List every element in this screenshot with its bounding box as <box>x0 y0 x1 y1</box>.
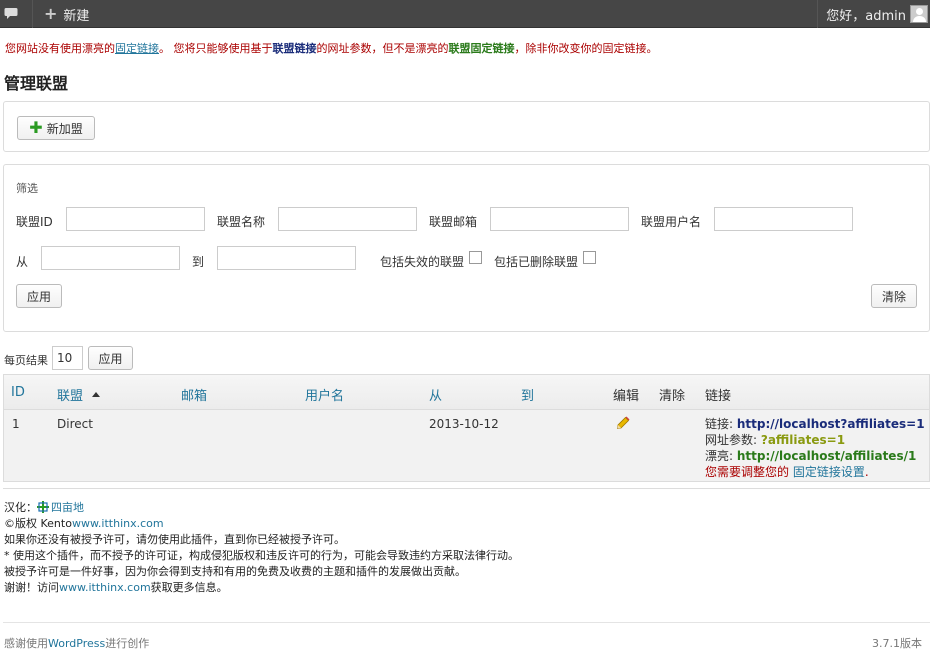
column-to[interactable]: 到 <box>521 385 534 404</box>
cell-links: 链接: http://localhost?affiliates=1 网址参数: … <box>705 416 929 480</box>
itthinx-link[interactable]: www.itthinx.com <box>72 517 164 530</box>
per-page-apply-button[interactable]: 应用 <box>88 346 133 370</box>
link-label: 链接: <box>705 417 737 431</box>
pretty-link: http://localhost/affiliates/1 <box>736 449 917 463</box>
affiliates-table: ID 联盟 邮箱 用户名 从 到 编辑 清除 链接 1 Direct 2013-… <box>3 374 930 482</box>
notice-text-1: 您网站没有使用漂亮的 <box>5 42 115 55</box>
thanks-suffix: 获取更多信息。 <box>150 581 228 594</box>
table-row: 1 Direct 2013-10-12 链接: http://localhost… <box>4 410 929 481</box>
column-username[interactable]: 用户名 <box>305 385 344 404</box>
greeting-text: 您好，admin <box>826 8 906 24</box>
footer-prefix: 感谢使用 <box>4 637 48 650</box>
copyright-text: ©版权 Kento <box>4 517 72 530</box>
filter-from-input[interactable] <box>41 246 180 270</box>
filter-name-input[interactable] <box>278 207 417 231</box>
permalinks-link[interactable]: 固定链接 <box>115 42 159 55</box>
footer-suffix: 进行创作 <box>105 637 150 650</box>
add-affiliate-panel: ✚ 新加盟 <box>3 101 930 152</box>
cell-affiliate: Direct <box>57 417 93 431</box>
new-content-label: 新建 <box>63 8 90 24</box>
wordpress-link[interactable]: WordPress <box>48 637 105 650</box>
edit-pencil-icon[interactable] <box>616 416 630 430</box>
filter-panel: 筛选 联盟ID 联盟名称 联盟邮箱 联盟用户名 从 到 包括失效的联盟 包括已删… <box>3 164 930 332</box>
new-content-menu[interactable]: + 新建 <box>44 4 90 24</box>
cell-from: 2013-10-12 <box>429 417 499 431</box>
add-affiliate-button[interactable]: ✚ 新加盟 <box>17 116 95 140</box>
pretty-label: 漂亮: <box>705 449 737 463</box>
filter-username-input[interactable] <box>714 207 853 231</box>
thanks-line: 谢谢！访问www.itthinx.com获取更多信息。 <box>4 580 519 596</box>
sort-ascending-icon <box>92 392 100 397</box>
notice-text-2: 。 您将只能够使用基于 <box>159 42 273 55</box>
license-line-2: * 使用这个插件，而不授予的许可证，构成侵犯版权和违反许可的行为，可能会导致违约… <box>4 549 519 562</box>
column-affiliate[interactable]: 联盟 <box>57 385 83 404</box>
filter-id-input[interactable] <box>66 207 205 231</box>
divider <box>3 488 930 489</box>
filter-email-input[interactable] <box>490 207 629 231</box>
include-inactive-checkbox[interactable] <box>469 251 482 264</box>
pretty-line: 漂亮: http://localhost/affiliates/1 您需要调整您… <box>705 448 929 480</box>
speech-bubble-icon[interactable] <box>4 7 18 19</box>
per-page-input[interactable]: 10 <box>52 346 83 370</box>
filter-to-input[interactable] <box>217 246 356 270</box>
param-line: 网址参数: ?affiliates=1 <box>705 432 929 448</box>
visit-itthinx-link[interactable]: www.itthinx.com <box>59 581 151 594</box>
translator-link[interactable]: 四亩地 <box>51 501 84 514</box>
permalink-settings-link[interactable]: 固定链接设置 <box>793 465 865 479</box>
column-email[interactable]: 邮箱 <box>181 385 207 404</box>
thanks-text: 谢谢！访问 <box>4 581 59 594</box>
filter-apply-button[interactable]: 应用 <box>16 284 62 308</box>
license-line-3: 被授予许可是一件好事，因为你会得到支持和有用的免费及收费的主题和插件的发展做出贡… <box>4 565 466 578</box>
include-deleted-label: 包括已删除联盟 <box>494 255 579 269</box>
filter-username-label: 联盟用户名 <box>641 215 702 229</box>
my-account-menu[interactable]: 您好，admin <box>817 0 930 28</box>
include-inactive-label: 包括失效的联盟 <box>380 255 465 269</box>
affiliate-link[interactable]: http://localhost?affiliates=1 <box>737 417 925 431</box>
filter-to-label: 到 <box>192 255 205 269</box>
permalink-notice: 您网站没有使用漂亮的固定链接。 您将只能够使用基于联盟链接的网址参数，但不是漂亮… <box>5 40 658 56</box>
notice-text-3: 的网址参数，但不是漂亮的 <box>316 42 449 55</box>
license-line-1: 如果你还没有被授予许可，请勿使用此插件，直到你已经被授予许可。 <box>4 533 345 546</box>
plus-icon: ✚ <box>29 118 43 137</box>
footer-divider <box>3 622 930 623</box>
admin-bar-divider <box>32 0 33 28</box>
filter-id-label: 联盟ID <box>16 215 53 229</box>
pretty-note: 您需要调整您的 <box>705 465 793 479</box>
pretty-note-end: . <box>864 465 869 479</box>
filter-name-label: 联盟名称 <box>217 215 266 229</box>
filter-email-label: 联盟邮箱 <box>429 215 478 229</box>
url-parameter: ?affiliates=1 <box>760 433 846 447</box>
footer-version: 3.7.1版本 <box>872 637 922 650</box>
footer-thanks: 感谢使用WordPress进行创作 <box>4 635 149 651</box>
translator-logo-icon <box>37 501 49 513</box>
column-edit: 编辑 <box>613 389 640 404</box>
copyright-line: ©版权 Kentowww.itthinx.com <box>4 516 519 532</box>
link-line: 链接: http://localhost?affiliates=1 <box>705 416 929 432</box>
notice-pretty-links: 联盟固定链接 <box>448 42 515 55</box>
filter-title: 筛选 <box>16 182 38 195</box>
avatar-icon <box>910 5 928 23</box>
param-label: 网址参数: <box>705 433 761 447</box>
column-id[interactable]: ID <box>11 385 25 400</box>
plugin-credits: 汉化： 四亩地 ©版权 Kentowww.itthinx.com 如果你还没有被授… <box>4 500 519 596</box>
filter-clear-button[interactable]: 清除 <box>871 284 917 308</box>
filter-from-label: 从 <box>16 255 29 269</box>
column-links: 链接 <box>705 389 732 404</box>
per-page-label: 每页结果 <box>4 354 48 367</box>
translation-line: 汉化： 四亩地 <box>4 500 519 516</box>
admin-bar: + 新建 您好，admin <box>0 0 930 28</box>
cell-id: 1 <box>12 417 20 431</box>
page-title: 管理联盟 <box>4 74 69 93</box>
table-header: ID 联盟 邮箱 用户名 从 到 编辑 清除 链接 <box>4 375 929 410</box>
include-deleted-checkbox[interactable] <box>583 251 596 264</box>
add-affiliate-label: 新加盟 <box>46 121 83 136</box>
notice-text-4: ，除非你改变你的固定链接。 <box>514 42 658 55</box>
column-from[interactable]: 从 <box>429 385 442 404</box>
plus-icon: + <box>44 4 58 23</box>
column-clear: 清除 <box>659 389 686 404</box>
translation-label: 汉化： <box>4 501 37 514</box>
notice-affiliate-links: 联盟链接 <box>272 42 317 55</box>
